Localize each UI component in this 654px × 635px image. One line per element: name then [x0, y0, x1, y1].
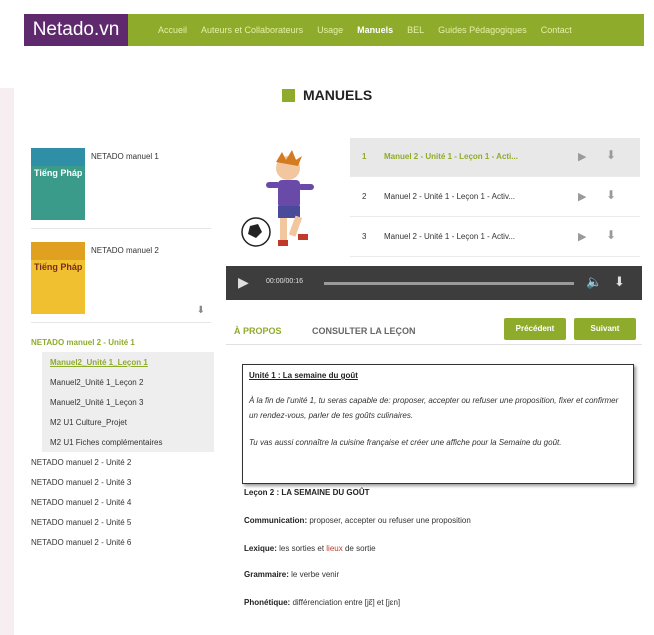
lesson-item[interactable]: Manuel2_Unité 1_Leçon 3 [50, 398, 143, 407]
page-title: MANUELS [282, 86, 372, 104]
book-item-1[interactable]: Tiếng Pháp NETADO manuel 1 [31, 138, 211, 229]
book-label-1: NETADO manuel 1 [91, 152, 159, 161]
nav-auteurs[interactable]: Auteurs et Collaborateurs [201, 25, 303, 35]
audio-track[interactable]: 2 Manuel 2 - Unité 1 - Leçon 1 - Activ..… [350, 178, 640, 217]
unit-description: Tu vas aussi connaître la cuisine frança… [249, 438, 562, 447]
play-icon[interactable]: ▶ [578, 150, 586, 163]
phonetique-row: Phonétique: différenciation entre [jɛ̃] … [244, 598, 401, 607]
main-nav: Accueil Auteurs et Collaborateurs Usage … [158, 14, 572, 46]
unit-item[interactable]: NETADO manuel 2 - Unité 4 [31, 498, 131, 507]
book-cover-1: Tiếng Pháp [31, 148, 85, 220]
title-square-icon [282, 88, 295, 102]
play-icon[interactable]: ▶ [238, 274, 249, 291]
unit-summary-box: Unité 1 : La semaine du goût À la fin de… [242, 364, 634, 484]
book-cover-2: Tiếng Pháp [31, 242, 85, 314]
audio-track[interactable]: 3 Manuel 2 - Unité 1 - Leçon 1 - Activ..… [350, 218, 640, 257]
download-icon[interactable]: ⬇ [606, 148, 616, 162]
nav-manuels[interactable]: Manuels [357, 25, 393, 35]
player-progress-bar[interactable] [324, 282, 574, 285]
grammaire-row: Grammaire: le verbe venir [244, 570, 340, 579]
download-icon[interactable]: ⬇ [606, 188, 616, 202]
top-navigation-bar: Netado.vn Accueil Auteurs et Collaborate… [24, 14, 644, 46]
tab-consult[interactable]: CONSULTER LA LEÇON [312, 326, 416, 336]
nav-guides[interactable]: Guides Pédagogiques [438, 25, 527, 35]
boy-with-ball-illustration [241, 150, 314, 247]
book-item-2[interactable]: Tiếng Pháp NETADO manuel 2 ⬇ [31, 232, 211, 323]
tab-divider [226, 344, 642, 345]
lesson-item[interactable]: M2 U1 Fiches complémentaires [50, 438, 162, 447]
site-logo[interactable]: Netado.vn [24, 14, 128, 46]
nav-contact[interactable]: Contact [541, 25, 572, 35]
book-label-2: NETADO manuel 2 [91, 246, 159, 255]
lesson-item[interactable]: Manuel2_Unité 1_Leçon 1 [50, 358, 148, 367]
lesson-list: Manuel2_Unité 1_Leçon 1 Manuel2_Unité 1_… [42, 352, 214, 452]
communication-row: Communication: proposer, accepter ou ref… [244, 516, 471, 525]
download-icon[interactable]: ⬇ [606, 228, 616, 242]
play-icon[interactable]: ▶ [578, 190, 586, 203]
play-icon[interactable]: ▶ [578, 230, 586, 243]
download-icon[interactable]: ⬇ [614, 274, 625, 290]
main-content: 1 Manuel 2 - Unité 1 - Leçon 1 - Acti...… [222, 138, 646, 628]
volume-icon[interactable]: 🔈 [586, 274, 602, 290]
unit-item[interactable]: NETADO manuel 2 - Unité 5 [31, 518, 131, 527]
lesson-item[interactable]: M2 U1 Culture_Projet [50, 418, 127, 427]
audio-track[interactable]: 1 Manuel 2 - Unité 1 - Leçon 1 - Acti...… [350, 138, 640, 177]
unit-objectives: À la fin de l'unité 1, tu seras capable … [249, 396, 619, 420]
sidebar: Tiếng Pháp NETADO manuel 1 Tiếng Pháp NE… [26, 138, 214, 558]
lesson-item[interactable]: Manuel2_Unité 1_Leçon 2 [50, 378, 143, 387]
tab-about[interactable]: À PROPOS [234, 326, 282, 336]
download-icon[interactable]: ⬇ [197, 305, 205, 316]
previous-button[interactable]: Précédent [504, 318, 566, 340]
lesson-title: Leçon 2 : LA SEMAINE DU GOÛT [244, 488, 370, 497]
next-button[interactable]: Suivant [574, 318, 636, 340]
nav-usage[interactable]: Usage [317, 25, 343, 35]
page-title-text: MANUELS [303, 87, 373, 103]
nav-bel[interactable]: BEL [407, 25, 424, 35]
nav-accueil[interactable]: Accueil [158, 25, 187, 35]
unit-item[interactable]: NETADO manuel 2 - Unité 2 [31, 458, 131, 467]
lexique-row: Lexique: les sorties et lieux de sortie [244, 544, 376, 553]
unit-item-active[interactable]: NETADO manuel 2 - Unité 1 [31, 338, 135, 347]
unit-title: Unité 1 : La semaine du goût [249, 371, 358, 380]
left-decorative-stripe [0, 88, 14, 635]
unit-item[interactable]: NETADO manuel 2 - Unité 6 [31, 538, 131, 547]
player-time: 00:00/00:16 [266, 278, 303, 285]
audio-player: ▶ 00:00/00:16 🔈 ⬇ [226, 266, 642, 300]
unit-item[interactable]: NETADO manuel 2 - Unité 3 [31, 478, 131, 487]
